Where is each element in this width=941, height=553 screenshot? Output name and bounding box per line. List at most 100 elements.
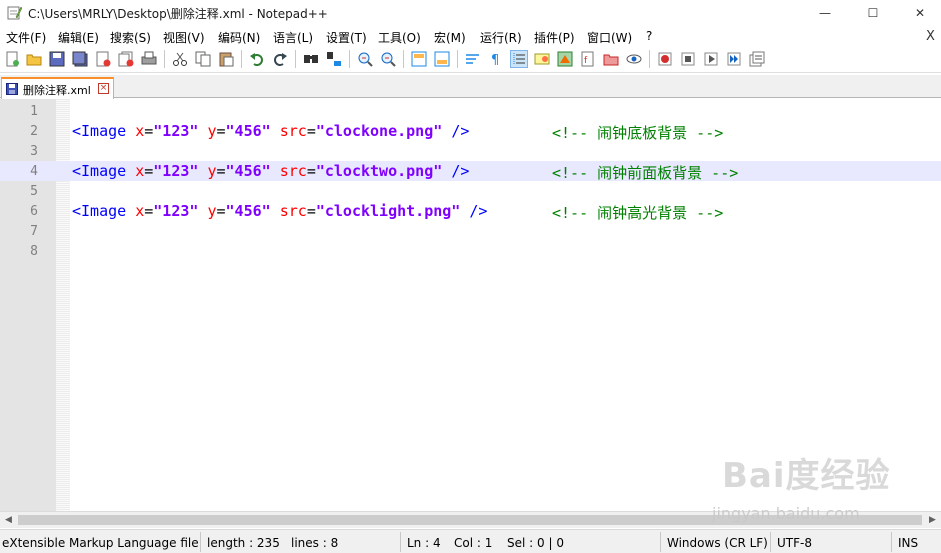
copy-icon[interactable] [195, 51, 211, 67]
code-line[interactable]: 3 [0, 141, 941, 161]
xml-tag-close: /> [469, 202, 488, 220]
save-all-icon[interactable] [72, 51, 88, 67]
status-eol: Windows (CR LF) [667, 536, 768, 550]
save-macro-icon[interactable] [749, 51, 765, 67]
menu-help[interactable]: ? [646, 29, 652, 43]
maximize-icon: ☐ [867, 6, 879, 20]
minimize-button[interactable]: — [802, 0, 848, 26]
code-line[interactable]: 2 <Image x="123" y="456" src="clockone.p… [0, 121, 941, 142]
indent-guide-icon[interactable] [510, 50, 528, 68]
code-text: <Image x="123" y="456" src="clockone.png… [72, 122, 470, 140]
play-macro-icon[interactable] [703, 51, 719, 67]
menu-macro[interactable]: 宏(M) [434, 29, 466, 46]
xml-value: "123" [153, 162, 199, 180]
tab-close-icon[interactable]: × [98, 83, 109, 94]
watermark-brand: Bai度经验 [722, 456, 891, 496]
stop-record-icon[interactable] [680, 51, 696, 67]
status-language: eXtensible Markup Language file [2, 536, 199, 550]
function-list-icon[interactable]: f [580, 51, 596, 67]
close-file-icon[interactable] [95, 51, 111, 67]
toolbar-separator [241, 50, 242, 68]
menu-encoding[interactable]: 编码(N) [218, 29, 260, 46]
redo-icon[interactable] [272, 51, 288, 67]
open-file-icon[interactable] [26, 51, 42, 67]
xml-tag-close: /> [451, 162, 470, 180]
code-line[interactable]: 8 [0, 241, 941, 261]
menu-view[interactable]: 视图(V) [163, 29, 205, 46]
status-lines: lines : 8 [291, 536, 339, 550]
line-number: 2 [30, 124, 38, 139]
paste-icon[interactable] [218, 51, 234, 67]
xml-value: "456" [225, 162, 271, 180]
code-line[interactable]: 1 [0, 101, 941, 121]
menu-edit[interactable]: 编辑(E) [58, 29, 99, 46]
menu-run[interactable]: 运行(R) [480, 29, 522, 46]
code-line-current[interactable]: 4 <Image x="123" y="456" src="clocktwo.p… [0, 161, 941, 182]
code-line[interactable]: 7 [0, 221, 941, 241]
close-document-button[interactable]: X [926, 29, 935, 44]
saved-state-icon [6, 83, 18, 95]
save-icon[interactable] [49, 51, 65, 67]
code-text: <Image x="123" y="456" src="clocklight.p… [72, 202, 488, 220]
status-insert-mode: INS [898, 536, 919, 550]
menu-settings[interactable]: 设置(T) [326, 29, 367, 46]
menu-language[interactable]: 语言(L) [273, 29, 313, 46]
zoom-in-icon[interactable] [357, 51, 373, 67]
zoom-out-icon[interactable] [380, 51, 396, 67]
line-number: 5 [30, 184, 38, 199]
toolbar-separator [295, 50, 296, 68]
xml-attribute: x [135, 162, 145, 180]
xml-tag-open: <Image [72, 122, 127, 140]
status-divider [400, 532, 401, 552]
udl-icon[interactable] [534, 51, 550, 67]
xml-value: "clocklight.png" [315, 202, 461, 220]
code-line[interactable]: 6 <Image x="123" y="456" src="clocklight… [0, 201, 941, 222]
new-file-icon[interactable] [4, 51, 20, 67]
xml-attribute: src [279, 122, 307, 140]
line-number: 4 [30, 164, 38, 179]
line-number: 6 [30, 204, 38, 219]
maximize-button[interactable]: ☐ [850, 0, 896, 26]
doc-map-icon[interactable] [557, 51, 573, 67]
xml-tag-close: /> [451, 122, 470, 140]
print-icon[interactable] [141, 51, 157, 67]
code-line[interactable]: 5 [0, 181, 941, 201]
close-icon: ✕ [914, 6, 926, 20]
status-divider [770, 532, 771, 552]
title-bar: C:\Users\MRLY\Desktop\删除注释.xml - Notepad… [0, 0, 941, 26]
line-number: 8 [30, 244, 38, 259]
monitoring-icon[interactable] [626, 51, 642, 67]
menu-window[interactable]: 窗口(W) [587, 29, 632, 46]
xml-attribute: x [135, 122, 145, 140]
scroll-right-icon[interactable]: ▶ [924, 512, 941, 528]
word-wrap-icon[interactable] [465, 51, 481, 67]
svg-text:¶: ¶ [491, 53, 499, 67]
replace-icon[interactable] [326, 51, 342, 67]
close-window-button[interactable]: ✕ [897, 0, 941, 26]
scroll-left-icon[interactable]: ◀ [0, 512, 17, 528]
sync-horizontal-icon[interactable] [434, 51, 450, 67]
menu-search[interactable]: 搜索(S) [110, 29, 151, 46]
line-number: 7 [30, 224, 38, 239]
run-macro-multiple-icon[interactable] [726, 51, 742, 67]
record-macro-icon[interactable] [657, 51, 673, 67]
line-number: 3 [30, 144, 38, 159]
close-all-icon[interactable] [118, 51, 134, 67]
cut-icon[interactable] [172, 51, 188, 67]
tab-document[interactable]: 删除注释.xml × [1, 77, 114, 99]
menu-bar: 文件(F) 编辑(E) 搜索(S) 视图(V) 编码(N) 语言(L) 设置(T… [0, 27, 941, 47]
baidu-jingyan-watermark: Bai度经验 jingyan.baidu.com [712, 448, 922, 528]
menu-plugins[interactable]: 插件(P) [534, 29, 575, 46]
window-title: C:\Users\MRLY\Desktop\删除注释.xml - Notepad… [28, 7, 328, 21]
sync-vertical-icon[interactable] [411, 51, 427, 67]
find-icon[interactable] [303, 51, 319, 67]
xml-tag-open: <Image [72, 202, 127, 220]
toolbar-separator [649, 50, 650, 68]
undo-icon[interactable] [249, 51, 265, 67]
xml-value: "123" [153, 122, 199, 140]
show-all-chars-icon[interactable]: ¶ [488, 51, 504, 67]
folder-as-workspace-icon[interactable] [603, 51, 619, 67]
menu-tools[interactable]: 工具(O) [378, 29, 421, 46]
menu-file[interactable]: 文件(F) [6, 29, 46, 46]
xml-value: "clockone.png" [315, 122, 443, 140]
